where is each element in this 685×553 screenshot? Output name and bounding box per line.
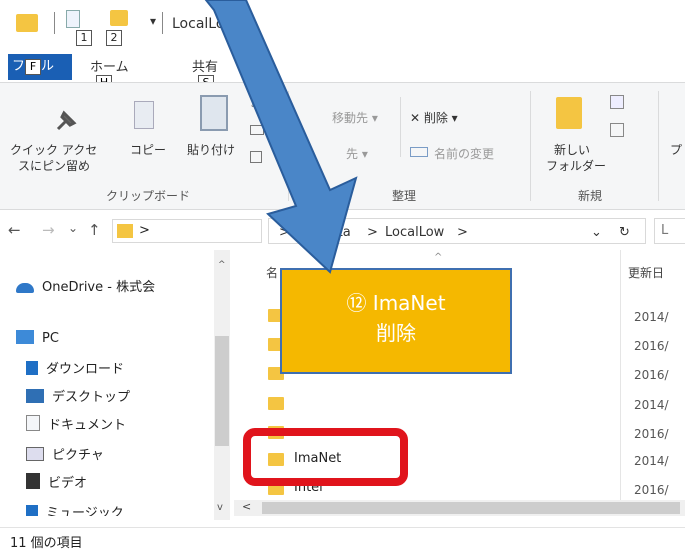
pointer-arrow-icon [204,0,358,274]
